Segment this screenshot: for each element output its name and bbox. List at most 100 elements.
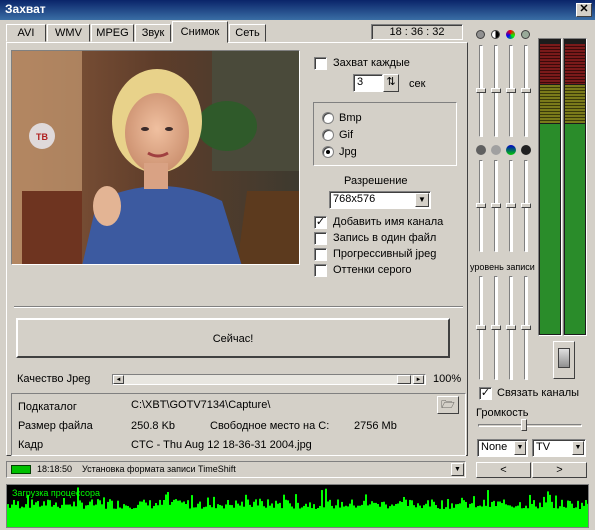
volume-label: Громкость (476, 407, 529, 419)
cpu-load-bar (223, 508, 225, 527)
tab-network[interactable]: Сеть (229, 24, 266, 42)
quality-slider[interactable]: ◄ ► (112, 374, 426, 385)
slider-thumb-saturation[interactable] (506, 88, 516, 93)
tab-snapshot[interactable]: Снимок (172, 21, 228, 43)
cpu-load-bar (181, 502, 183, 527)
slider-thumb-gamma[interactable] (491, 203, 501, 208)
cpu-load-bar (141, 501, 143, 527)
radio-gif[interactable] (322, 129, 334, 141)
cpu-load-bar (555, 495, 557, 527)
cpu-load-bar (491, 501, 493, 527)
volume-slider-track[interactable] (478, 424, 582, 427)
cpu-load-bar (335, 505, 337, 527)
cpu-load-bar (575, 507, 577, 527)
cpu-load-bar (351, 499, 353, 527)
tab-mpeg[interactable]: MPEG (91, 24, 134, 42)
cpu-load-bar (269, 505, 271, 527)
cpu-load-bar (285, 499, 287, 527)
radio-jpg[interactable] (322, 146, 334, 158)
master-volume-knob[interactable] (553, 341, 575, 379)
status-dropdown-button[interactable]: ▼ (451, 463, 464, 476)
chevron-down-icon: ▼ (418, 195, 426, 204)
cpu-load-bar (489, 506, 491, 527)
radio-bmp[interactable] (322, 112, 334, 124)
checkmark-icon: ✓ (480, 387, 491, 399)
cpu-load-bar (467, 507, 469, 527)
audio-left-dropdown[interactable]: ▼ (514, 441, 526, 455)
cpu-load-bar (389, 506, 391, 527)
quality-right-arrow[interactable]: ► (413, 375, 424, 384)
status-text: Установка формата записи TimeShift (82, 464, 236, 474)
slider-thumb-contrast[interactable] (491, 88, 501, 93)
cpu-load-bar (527, 508, 529, 527)
resolution-dropdown-button[interactable]: ▼ (415, 193, 429, 207)
chevron-down-icon: ▼ (516, 444, 524, 451)
cpu-load-bar (421, 508, 423, 527)
next-button[interactable]: > (532, 462, 587, 478)
slider-thumb-sharpness[interactable] (476, 203, 486, 208)
cpu-load-bar (537, 508, 539, 527)
option-single-file-checkbox[interactable] (314, 232, 327, 245)
capture-now-button[interactable]: Сейчас! (16, 318, 450, 358)
slider-thumb-brightness[interactable] (476, 88, 486, 93)
cpu-load-bar (67, 504, 69, 527)
cpu-load-bar (369, 504, 371, 527)
option-grayscale-checkbox[interactable] (314, 264, 327, 277)
cpu-load-bar (547, 491, 549, 527)
cpu-load-bar (121, 508, 123, 527)
chevron-down-icon: ▼ (574, 444, 582, 451)
slider-thumb-black[interactable] (521, 203, 531, 208)
cpu-load-bar (199, 501, 201, 527)
cpu-load-bar (339, 507, 341, 527)
prev-button[interactable]: < (476, 462, 531, 478)
slider-thumb-tint[interactable] (506, 203, 516, 208)
cpu-load-bar (523, 508, 525, 527)
browse-folder-button[interactable]: 🗁 (437, 396, 459, 414)
cpu-load-bar (155, 502, 157, 527)
cpu-load-bar (65, 504, 67, 527)
capture-every-checkbox[interactable] (314, 57, 327, 70)
cpu-load-bar (245, 494, 247, 527)
tab-sound[interactable]: Звук (135, 24, 171, 42)
cpu-load-bar (513, 507, 515, 527)
cpu-load-bar (573, 508, 575, 527)
tab-wmv[interactable]: WMV (47, 24, 90, 42)
option-progressive-checkbox[interactable] (314, 248, 327, 261)
option-add-channel-checkbox[interactable]: ✓ (314, 216, 327, 229)
arrow-left-icon: ◄ (115, 377, 122, 383)
cpu-load-bar (505, 504, 507, 527)
slider-thumb-rec-2[interactable] (491, 325, 501, 330)
cpu-load-bar (549, 494, 551, 527)
cpu-load-bar (45, 505, 47, 527)
cpu-load-bar (81, 502, 83, 527)
cpu-load-bar (309, 502, 311, 527)
close-button[interactable]: ✕ (576, 3, 592, 17)
filesize-value: 250.8 Kb (131, 420, 176, 432)
cpu-load-bar (343, 506, 345, 527)
cpu-load-bar (497, 501, 499, 527)
link-channels-checkbox[interactable]: ✓ (479, 387, 492, 400)
slider-thumb-rec-3[interactable] (506, 325, 516, 330)
slider-thumb-rec-4[interactable] (521, 325, 531, 330)
cpu-load-bar (431, 499, 433, 527)
cpu-load-bar (261, 501, 263, 527)
radio-selected-dot (326, 150, 330, 154)
quality-left-arrow[interactable]: ◄ (113, 375, 124, 384)
interval-input[interactable]: 3 (353, 74, 383, 92)
quality-thumb[interactable] (397, 375, 411, 384)
slider-thumb-hue[interactable] (521, 88, 531, 93)
cpu-load-bar (509, 505, 511, 527)
vu-right-yellow (565, 85, 585, 123)
frame-value: CTC - Thu Aug 12 18-36-31 2004.jpg (131, 439, 312, 451)
volume-slider-thumb[interactable] (521, 419, 527, 431)
tab-avi[interactable]: AVI (6, 24, 46, 42)
cpu-load-bar (357, 505, 359, 527)
interval-spin-button[interactable]: ⇅ (383, 74, 399, 92)
cpu-load-bar (487, 490, 489, 527)
cpu-load-bar (63, 497, 65, 527)
audio-right-dropdown[interactable]: ▼ (572, 441, 584, 455)
cpu-load-bar (287, 500, 289, 527)
slider-thumb-rec-1[interactable] (476, 325, 486, 330)
cpu-load-bar (253, 501, 255, 527)
vu-meter-right (563, 38, 587, 336)
